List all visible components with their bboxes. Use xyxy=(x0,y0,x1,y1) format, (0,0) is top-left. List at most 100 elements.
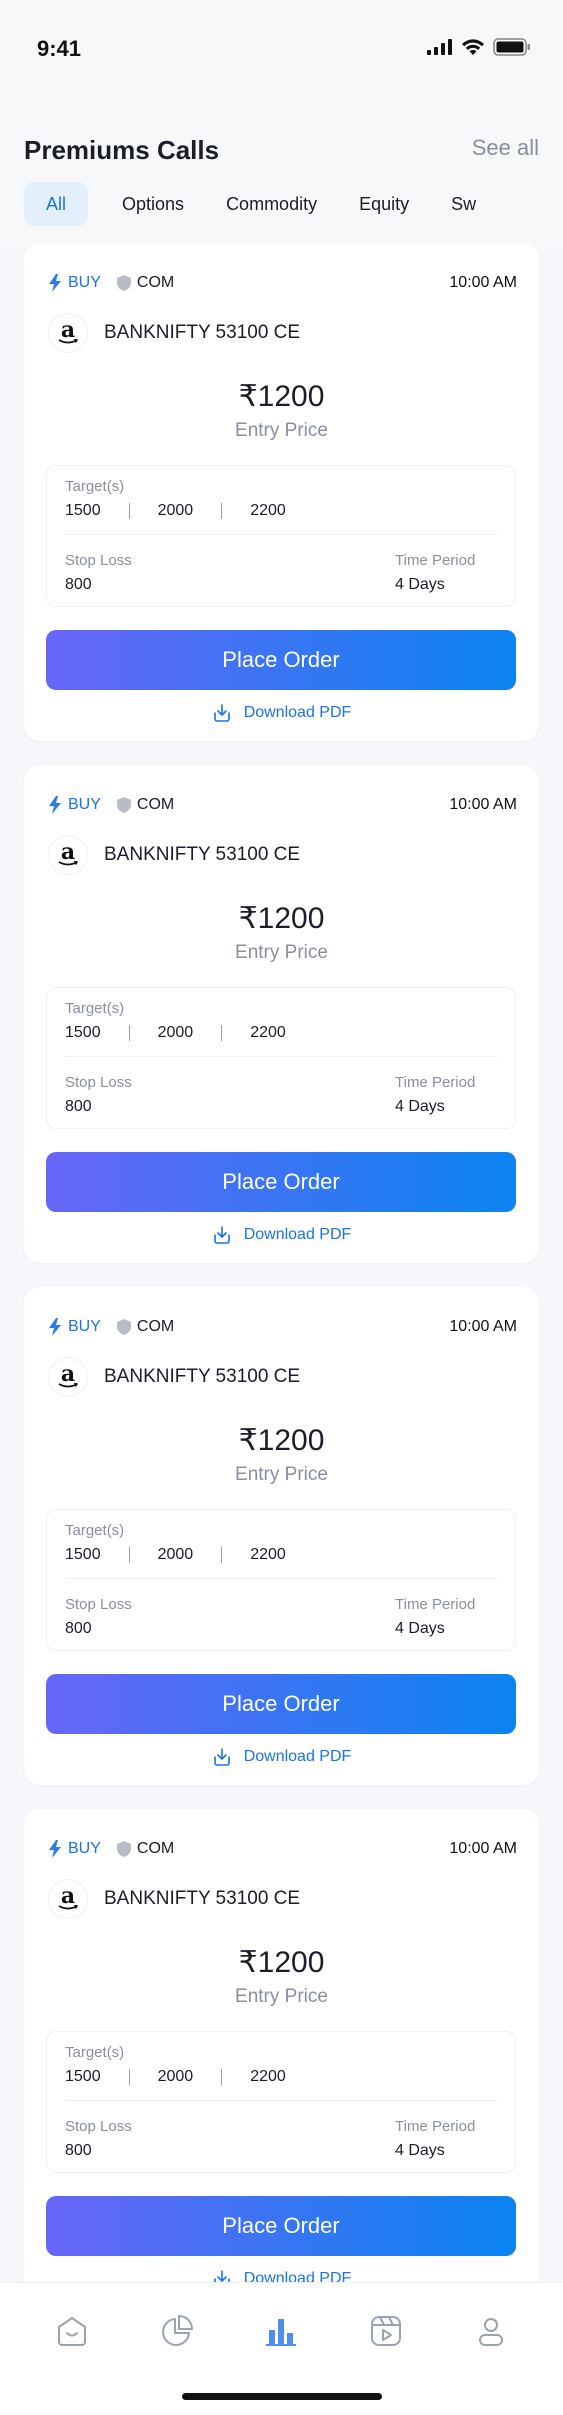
call-time: 10:00 AM xyxy=(449,274,517,291)
amazon-logo-icon: a xyxy=(48,313,88,353)
place-order-button[interactable]: Place Order xyxy=(46,2196,516,2256)
place-order-button[interactable]: Place Order xyxy=(46,630,516,690)
shield-icon xyxy=(116,1841,131,1857)
stop-loss-label: Stop Loss xyxy=(65,1596,132,1613)
status-time: 9:41 xyxy=(37,36,82,61)
symbol-row: a BANKNIFTY 53100 CE xyxy=(48,313,300,353)
segment-label: COM xyxy=(136,1318,175,1335)
target-value: 2200 xyxy=(250,1546,286,1563)
amazon-logo-icon: a xyxy=(48,835,88,875)
target-value: 1500 xyxy=(65,2068,101,2085)
segment-label: COM xyxy=(136,1840,175,1857)
divider xyxy=(65,2100,497,2101)
filter-tabs: All Options Commodity Equity Sw xyxy=(24,182,484,226)
shield-icon xyxy=(116,797,131,813)
home-icon[interactable] xyxy=(52,2311,92,2351)
download-icon xyxy=(213,1226,230,1244)
stop-loss-value: 800 xyxy=(65,576,92,593)
header: Premiums Calls See all All Options Commo… xyxy=(0,95,563,245)
time-period-label: Time Period xyxy=(395,1074,476,1091)
tab-sw[interactable]: Sw xyxy=(443,182,484,226)
premium-call-card[interactable]: BUY COM 10:00 AM a BANKNIFTY 53100 CE ₹1… xyxy=(24,765,539,1263)
see-all-link[interactable]: See all xyxy=(472,135,539,161)
card-header: BUY COM 10:00 AM xyxy=(48,793,517,817)
segment-label: COM xyxy=(136,796,175,813)
tab-all[interactable]: All xyxy=(24,182,89,226)
tab-equity[interactable]: Equity xyxy=(351,182,417,226)
download-pdf-link[interactable]: Download PDF xyxy=(24,1225,539,1245)
download-icon xyxy=(213,704,230,722)
video-icon[interactable] xyxy=(366,2311,406,2351)
symbol-row: a BANKNIFTY 53100 CE xyxy=(48,1879,300,1919)
symbol-row: a BANKNIFTY 53100 CE xyxy=(48,1357,300,1397)
segment-badge: COM xyxy=(116,1840,175,1858)
instrument-symbol: BANKNIFTY 53100 CE xyxy=(104,844,301,865)
target-value: 1500 xyxy=(65,502,101,519)
entry-price-value: ₹1200 xyxy=(238,1946,325,1979)
stop-loss-value: 800 xyxy=(65,1620,92,1637)
premium-call-card[interactable]: BUY COM 10:00 AM a BANKNIFTY 53100 CE ₹1… xyxy=(24,243,539,741)
side-label: BUY xyxy=(68,796,101,813)
target-separator xyxy=(221,1025,223,1041)
call-time: 10:00 AM xyxy=(449,1318,517,1335)
target-separator xyxy=(221,2069,223,2085)
amazon-logo-icon: a xyxy=(48,1357,88,1397)
battery-icon xyxy=(493,38,530,56)
targets-label: Target(s) xyxy=(65,1522,125,1539)
instrument-symbol: BANKNIFTY 53100 CE xyxy=(104,322,301,343)
target-value: 2200 xyxy=(250,1024,286,1041)
tab-bar-items xyxy=(0,2311,563,2351)
target-value: 1500 xyxy=(65,1546,101,1563)
targets-label: Target(s) xyxy=(65,478,125,495)
time-period-label: Time Period xyxy=(395,1596,476,1613)
target-value: 2200 xyxy=(250,502,286,519)
premium-call-card[interactable]: BUY COM 10:00 AM a BANKNIFTY 53100 CE ₹1… xyxy=(24,1809,539,2307)
lightning-icon xyxy=(49,1318,61,1336)
card-header: BUY COM 10:00 AM xyxy=(48,1837,517,1861)
target-value: 1500 xyxy=(65,1024,101,1041)
time-period-value: 4 Days xyxy=(395,1098,445,1115)
bottom-tab-bar xyxy=(0,2282,563,2415)
place-order-button[interactable]: Place Order xyxy=(46,1152,516,1212)
target-separator xyxy=(221,503,223,519)
premium-call-card[interactable]: BUY COM 10:00 AM a BANKNIFTY 53100 CE ₹1… xyxy=(24,1287,539,1785)
status-bar: 9:41 xyxy=(0,0,563,95)
buy-badge: BUY xyxy=(48,1840,101,1858)
tab-options[interactable]: Options xyxy=(114,182,192,226)
download-pdf-link[interactable]: Download PDF xyxy=(24,1747,539,1767)
targets-list: 1500 2000 2200 xyxy=(65,502,286,520)
symbol-row: a BANKNIFTY 53100 CE xyxy=(48,835,300,875)
targets-list: 1500 2000 2200 xyxy=(65,1546,286,1564)
shield-icon xyxy=(116,275,131,291)
download-pdf-label: Download PDF xyxy=(243,1748,352,1765)
target-value: 2000 xyxy=(157,1546,194,1563)
target-separator xyxy=(128,503,130,519)
amazon-logo-icon: a xyxy=(48,1879,88,1919)
status-icons xyxy=(427,38,531,56)
lightning-icon xyxy=(49,796,61,814)
place-order-button[interactable]: Place Order xyxy=(46,1674,516,1734)
entry-price-label: Entry Price xyxy=(235,1986,328,2007)
call-details: Target(s) 1500 2000 2200 Stop Loss 800 T… xyxy=(46,2031,516,2173)
lightning-icon xyxy=(49,1840,61,1858)
side-label: BUY xyxy=(68,1840,101,1857)
buy-badge: BUY xyxy=(48,1318,101,1336)
wifi-icon xyxy=(462,38,484,55)
instrument-symbol: BANKNIFTY 53100 CE xyxy=(104,1366,301,1387)
segment-badge: COM xyxy=(116,1318,175,1336)
tab-commodity[interactable]: Commodity xyxy=(218,182,325,226)
target-separator xyxy=(128,1025,130,1041)
target-value: 2200 xyxy=(250,2068,286,2085)
targets-label: Target(s) xyxy=(65,1000,125,1017)
pie-chart-icon[interactable] xyxy=(157,2311,197,2351)
profile-icon[interactable] xyxy=(471,2311,511,2351)
target-value: 2000 xyxy=(157,2068,194,2085)
targets-label: Target(s) xyxy=(65,2044,125,2061)
call-details: Target(s) 1500 2000 2200 Stop Loss 800 T… xyxy=(46,987,516,1129)
home-indicator xyxy=(182,2393,382,2400)
side-label: BUY xyxy=(68,1318,101,1335)
stop-loss-label: Stop Loss xyxy=(65,552,132,569)
time-period-value: 4 Days xyxy=(395,2142,445,2159)
bar-chart-icon[interactable] xyxy=(261,2311,301,2351)
download-pdf-link[interactable]: Download PDF xyxy=(24,703,539,723)
